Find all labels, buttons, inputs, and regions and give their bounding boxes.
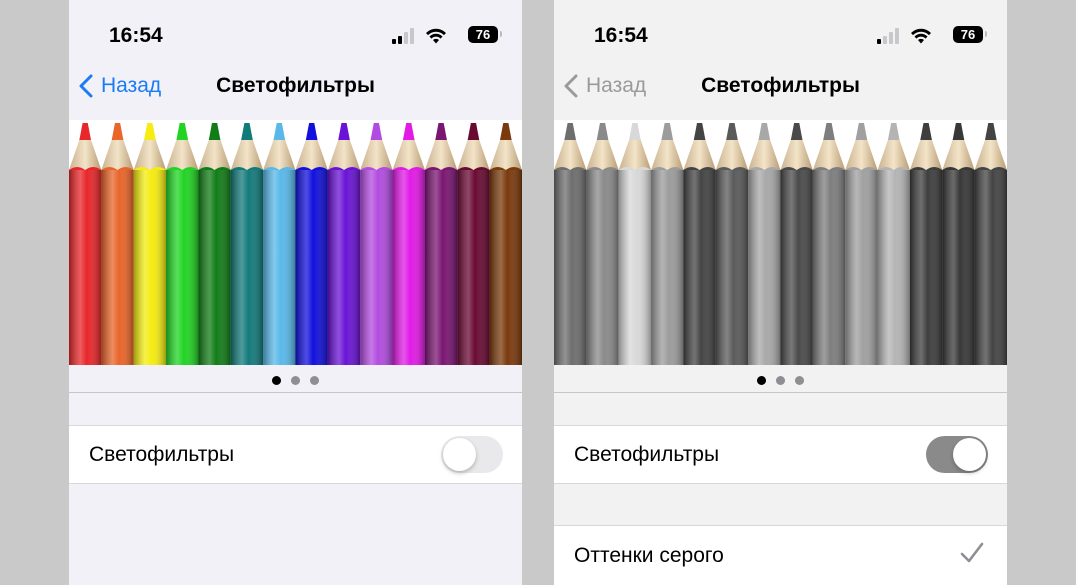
pencil xyxy=(942,123,975,365)
cellular-signal-icon xyxy=(877,28,901,44)
pencil xyxy=(198,123,231,365)
pencil xyxy=(651,123,684,365)
pencil xyxy=(683,123,716,365)
page-dot[interactable] xyxy=(757,376,766,385)
screen-right: 16:54 76 Назад Светофильтры Светофильтры… xyxy=(554,0,1007,585)
color-filters-label: Светофильтры xyxy=(574,443,720,466)
pencil xyxy=(424,123,458,365)
wifi-icon xyxy=(426,28,446,44)
status-bar: 16:54 76 xyxy=(69,0,522,70)
screen-left: 16:54 76 Назад Светофильтры Светофильтры xyxy=(69,0,522,585)
checkmark-icon xyxy=(960,542,984,563)
page-dot[interactable] xyxy=(776,376,785,385)
navigation-bar: Назад Светофильтры xyxy=(554,64,1007,108)
pencil xyxy=(489,123,522,365)
pencil xyxy=(715,123,749,365)
pencil xyxy=(263,123,296,365)
pencil xyxy=(133,123,167,365)
page-dot[interactable] xyxy=(291,376,300,385)
page-dot[interactable] xyxy=(272,376,281,385)
pencil xyxy=(166,123,199,365)
cellular-signal-icon xyxy=(392,28,416,44)
pencil xyxy=(618,123,652,365)
pencil xyxy=(845,123,878,365)
pencil xyxy=(780,123,813,365)
pencils-preview-image xyxy=(69,120,522,365)
color-filters-toggle[interactable] xyxy=(926,436,988,473)
pencil xyxy=(101,123,134,365)
pencils-preview-image xyxy=(554,120,1007,365)
status-bar: 16:54 76 xyxy=(554,0,1007,70)
pencil xyxy=(974,123,1007,365)
page-dot[interactable] xyxy=(795,376,804,385)
pencil xyxy=(457,123,490,365)
pencil xyxy=(812,123,846,365)
color-filters-row: Светофильтры xyxy=(69,425,522,484)
wifi-icon xyxy=(911,28,931,44)
status-time: 16:54 xyxy=(594,24,648,47)
divider xyxy=(69,392,522,393)
page-control[interactable] xyxy=(69,372,522,385)
pencil xyxy=(69,123,102,365)
pencil xyxy=(327,123,361,365)
color-filters-row: Светофильтры xyxy=(554,425,1007,484)
page-title: Светофильтры xyxy=(216,74,375,97)
pencil xyxy=(360,123,393,365)
grayscale-option-label: Оттенки серого xyxy=(574,544,724,567)
pencil xyxy=(748,123,781,365)
page-title: Светофильтры xyxy=(701,74,860,97)
battery-icon: 76 xyxy=(953,26,983,43)
pencil xyxy=(230,123,264,365)
status-time: 16:54 xyxy=(109,24,163,47)
color-filters-label: Светофильтры xyxy=(89,443,235,466)
pencil xyxy=(877,123,910,365)
page-control[interactable] xyxy=(554,372,1007,385)
color-filters-toggle[interactable] xyxy=(441,436,503,473)
navigation-bar: Назад Светофильтры xyxy=(69,64,522,108)
page-dot[interactable] xyxy=(310,376,319,385)
battery-icon: 76 xyxy=(468,26,498,43)
pencil xyxy=(392,123,425,365)
pencil xyxy=(554,123,587,365)
pencil xyxy=(909,123,943,365)
pencil xyxy=(295,123,328,365)
divider xyxy=(554,392,1007,393)
grayscale-option-row[interactable]: Оттенки серого xyxy=(554,525,1007,585)
pencil xyxy=(586,123,619,365)
